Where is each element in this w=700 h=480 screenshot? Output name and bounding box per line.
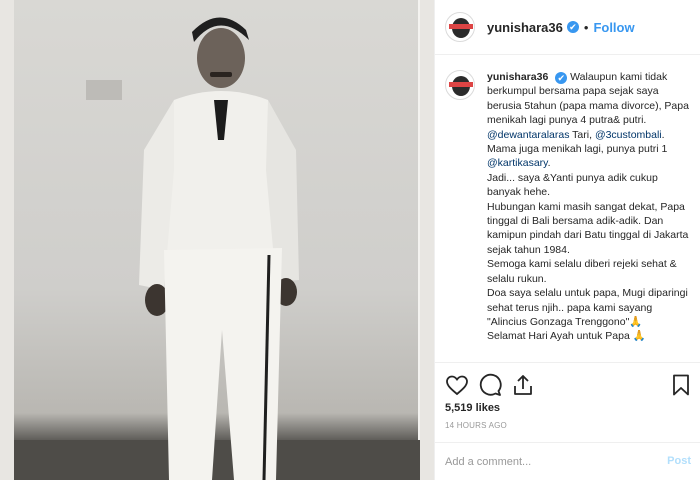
post-header: yunishara36 ✔ • Follow <box>435 0 700 55</box>
mention-link[interactable]: @dewantaralaras <box>487 129 569 141</box>
mention-link[interactable]: @3custombali <box>595 129 662 141</box>
wall-plaque <box>86 80 122 100</box>
comment-bar: Post <box>435 442 700 480</box>
share-icon[interactable] <box>511 373 535 397</box>
post-timestamp[interactable]: 14 HOURS AGO <box>445 421 507 430</box>
caption-paragraph: Jadi... saya &Yanti punya adik cukup ban… <box>487 171 658 199</box>
man-mustache <box>210 72 232 77</box>
avatar-band <box>449 24 473 29</box>
avatar[interactable] <box>445 12 475 42</box>
post-sidebar: yunishara36 ✔ • Follow yunishara36 ✔ Wal… <box>434 0 700 480</box>
verified-badge-icon: ✔ <box>555 72 568 84</box>
caption-paragraph: Semoga kami selalu diberi rejeki sehat &… <box>487 258 677 285</box>
post-comment-button[interactable]: Post <box>667 455 691 467</box>
caption-paragraph: Hubungan kami masih sangat dekat, Papa t… <box>487 200 689 256</box>
caption-username[interactable]: yunishara36 <box>487 71 548 83</box>
caption-area: yunishara36 ✔ Walaupun kami tidak berkum… <box>435 56 700 358</box>
header-separator: • <box>583 19 589 35</box>
post-photo[interactable] <box>14 0 420 480</box>
caption-avatar[interactable] <box>445 70 475 100</box>
action-bar <box>435 362 700 404</box>
caption-paragraph: Doa saya selalu untuk papa, Mugi diparin… <box>487 287 688 328</box>
photo-illustration <box>14 17 420 480</box>
comment-input[interactable] <box>445 453 645 471</box>
follow-button[interactable]: Follow <box>593 20 634 35</box>
caption-part: Tari, <box>569 128 595 141</box>
like-count[interactable]: 5,519 likes <box>445 402 500 414</box>
post-photo-pane[interactable] <box>0 0 434 480</box>
avatar-band <box>449 82 473 87</box>
caption-paragraph: Selamat Hari Ayah untuk Papa 🙏 <box>487 330 646 343</box>
caption-part: . <box>547 157 551 170</box>
heart-icon[interactable] <box>445 373 469 397</box>
floor <box>14 440 420 480</box>
header-username[interactable]: yunishara36 <box>487 20 563 35</box>
verified-badge-icon: ✔ <box>566 21 579 33</box>
comment-icon[interactable] <box>478 373 502 397</box>
mention-link[interactable]: @kartikasary <box>487 157 548 169</box>
caption-text: yunishara36 ✔ Walaupun kami tidak berkum… <box>487 70 691 358</box>
man-head <box>197 28 245 88</box>
bookmark-icon[interactable] <box>669 373 693 397</box>
